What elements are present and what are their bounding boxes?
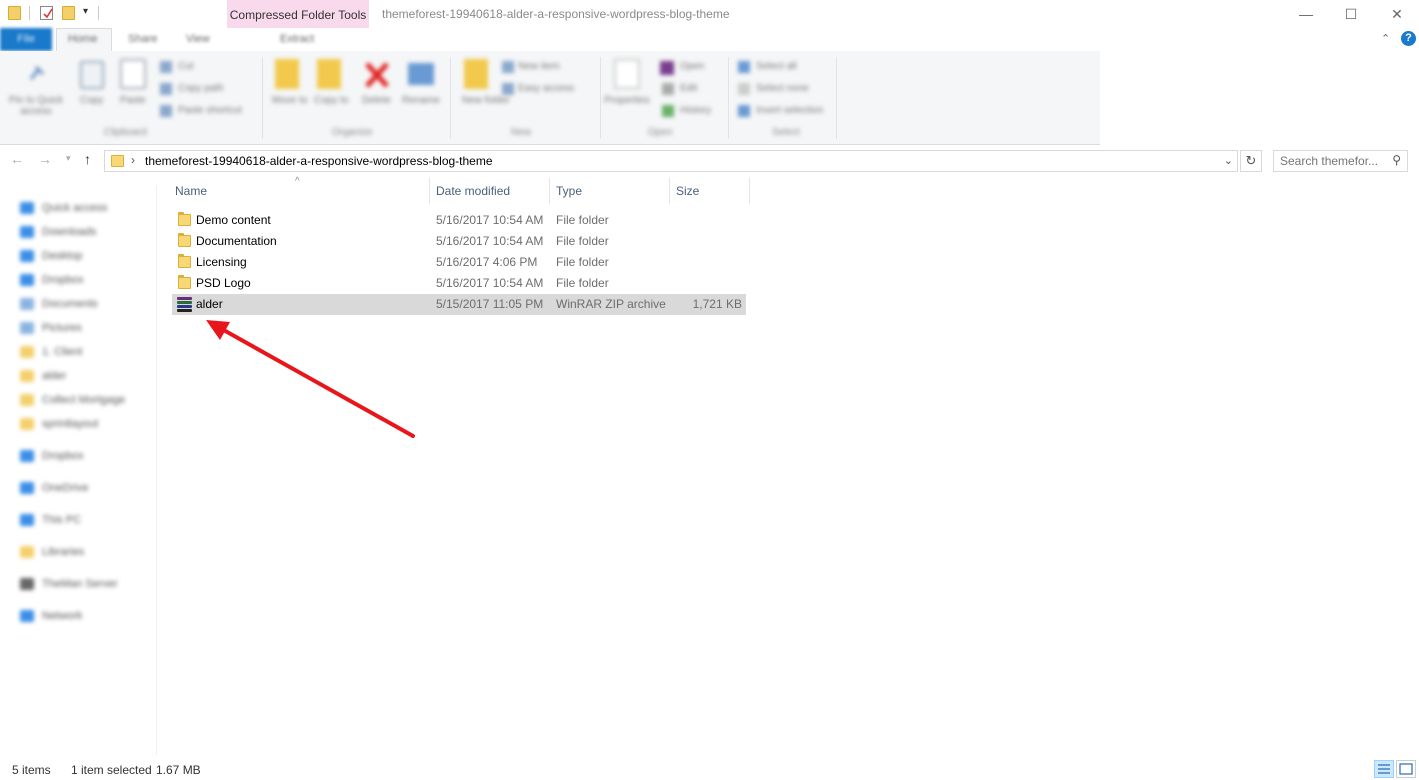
selection-size: 1.67 MB: [156, 763, 201, 777]
arrow-shaft: [218, 326, 415, 438]
details-view-button[interactable]: [1374, 760, 1394, 778]
details-view-icon: [1378, 764, 1390, 774]
large-icons-view-button[interactable]: [1396, 760, 1416, 778]
status-bar: 5 items 1 item selected 1.67 MB: [0, 758, 1419, 780]
large-icons-view-icon: [1399, 763, 1413, 775]
selection-info: 1 item selected: [71, 763, 152, 777]
annotation-arrow: [206, 320, 415, 438]
item-count: 5 items: [12, 763, 51, 777]
